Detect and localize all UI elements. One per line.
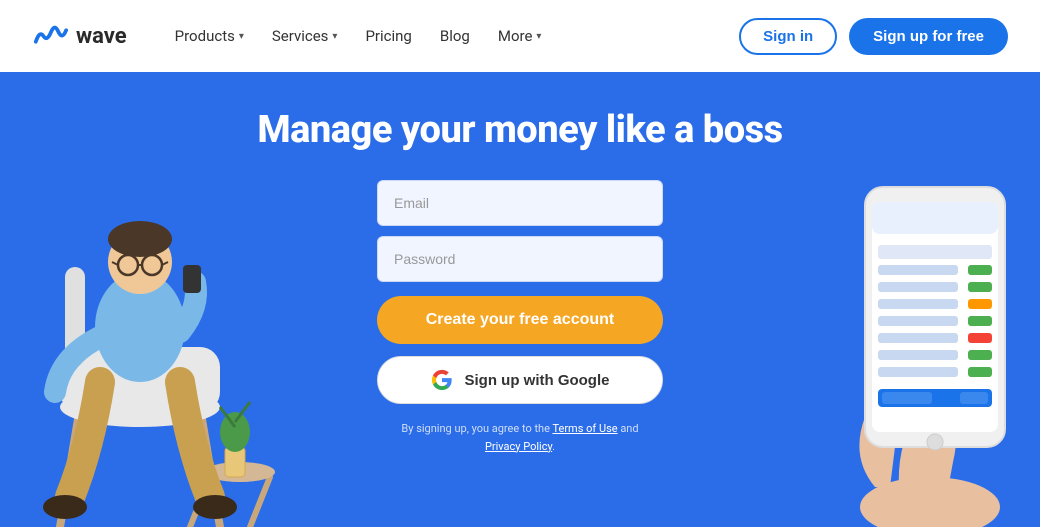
- phone-illustration: [820, 127, 1040, 527]
- nav-services[interactable]: Services ▾: [272, 27, 338, 45]
- hero-title: Manage your money like a boss: [257, 108, 782, 152]
- wave-logo-icon: [32, 22, 68, 50]
- email-field[interactable]: [377, 180, 663, 226]
- person-illustration: [0, 107, 280, 527]
- navbar: wave Products ▾ Services ▾ Pricing Blog …: [0, 0, 1040, 72]
- nav-blog[interactable]: Blog: [440, 27, 470, 45]
- hero-section: Manage your money like a boss Create you…: [0, 72, 1040, 527]
- nav-links: Products ▾ Services ▾ Pricing Blog More …: [175, 27, 740, 45]
- nav-products[interactable]: Products ▾: [175, 27, 244, 45]
- chevron-down-icon: ▾: [239, 31, 244, 42]
- chevron-down-icon: ▾: [332, 31, 337, 42]
- logo-text: wave: [76, 24, 127, 49]
- google-icon: [431, 369, 453, 391]
- password-field[interactable]: [377, 236, 663, 282]
- signin-button[interactable]: Sign in: [739, 18, 837, 55]
- chevron-down-icon: ▾: [536, 31, 541, 42]
- create-account-button[interactable]: Create your free account: [377, 296, 663, 344]
- nav-pricing[interactable]: Pricing: [365, 27, 411, 45]
- nav-actions: Sign in Sign up for free: [739, 18, 1008, 55]
- signup-button[interactable]: Sign up for free: [849, 18, 1008, 55]
- logo[interactable]: wave: [32, 22, 127, 50]
- terms-link[interactable]: Terms of Use: [552, 422, 617, 435]
- terms-text: By signing up, you agree to the Terms of…: [401, 420, 638, 455]
- privacy-link[interactable]: Privacy Policy: [485, 440, 552, 453]
- signup-form: Create your free account Sign up with Go…: [377, 180, 663, 455]
- google-signup-button[interactable]: Sign up with Google: [377, 356, 663, 404]
- nav-more[interactable]: More ▾: [498, 27, 542, 45]
